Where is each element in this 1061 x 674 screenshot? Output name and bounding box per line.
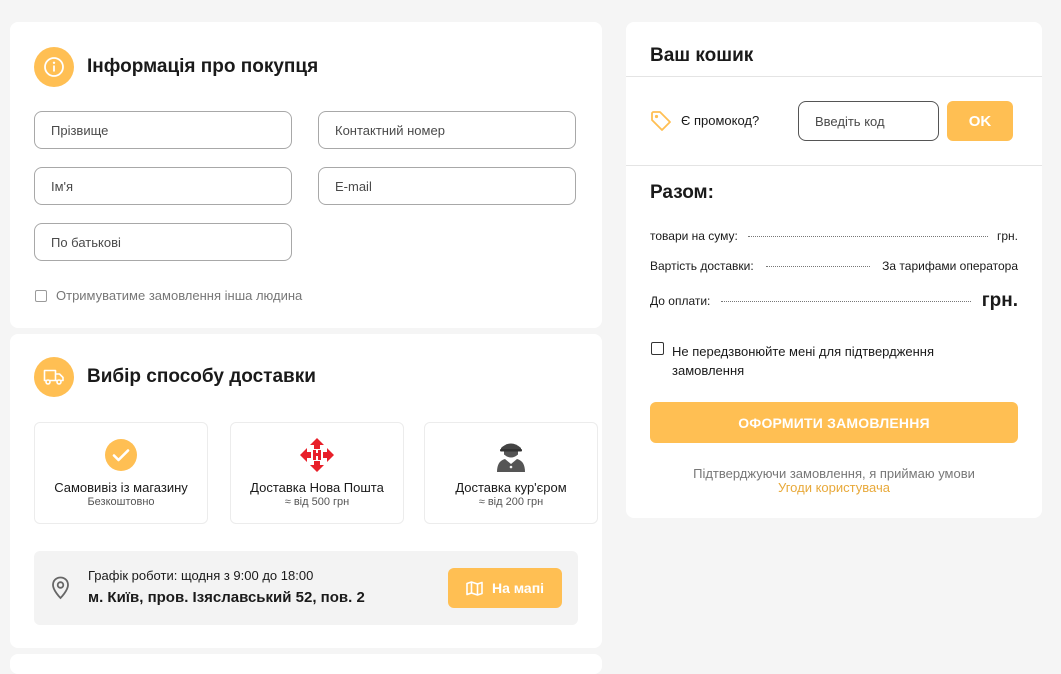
- other-person-label[interactable]: Отримуватиме замовлення інша людина: [56, 288, 302, 303]
- other-person-checkbox[interactable]: [35, 290, 47, 302]
- goods-sum-label: товари на суму:: [650, 229, 738, 243]
- truck-icon: [34, 357, 74, 397]
- cart-title: Ваш кошик: [650, 45, 754, 66]
- delivery-option-price: ≈ від 500 грн: [284, 496, 350, 508]
- delivery-option-name: Самовивіз із магазину: [54, 480, 188, 495]
- dotted-leader: [748, 236, 988, 237]
- next-section-card: [10, 654, 602, 674]
- map-icon: [466, 580, 483, 596]
- courier-icon: [493, 437, 529, 473]
- place-order-button[interactable]: ОФОРМИТИ ЗАМОВЛЕННЯ: [650, 402, 1018, 443]
- buyer-info-card: Інформація про покупця Отримуватиме замо…: [10, 22, 602, 328]
- promo-code-input[interactable]: [798, 101, 939, 141]
- goods-sum-value: грн.: [996, 229, 1018, 243]
- nova-poshta-logo-icon: [299, 437, 335, 473]
- dotted-leader: [766, 266, 870, 267]
- patronymic-field[interactable]: [34, 223, 292, 261]
- delivery-card: Вибір способу доставки Самовивіз із мага…: [10, 334, 602, 648]
- location-pin-icon: [51, 576, 70, 605]
- cart-card: Ваш кошик Є промокод? OK Разом: товари н…: [626, 22, 1042, 518]
- info-icon: [34, 47, 74, 87]
- show-on-map-label: На мапі: [491, 580, 545, 596]
- show-on-map-button[interactable]: На мапі: [448, 568, 562, 608]
- delivery-section-title: Вибір способу доставки: [87, 366, 316, 387]
- dotted-leader: [721, 301, 971, 302]
- pickup-address: м. Київ, пров. Ізяславський 52, пов. 2: [88, 589, 365, 606]
- no-call-label[interactable]: Не передзвонюйте мені для підтвердження …: [672, 342, 934, 380]
- no-call-checkbox[interactable]: [651, 342, 664, 355]
- phone-field[interactable]: [318, 111, 576, 149]
- no-call-label-line: замовлення: [672, 363, 745, 378]
- delivery-option-price: Безкоштовно: [87, 496, 155, 508]
- user-agreement-link[interactable]: Угоди користувача: [626, 480, 1042, 495]
- delivery-cost-label: Вартість доставки:: [650, 259, 754, 273]
- first-name-field[interactable]: [34, 167, 292, 205]
- delivery-option-pickup[interactable]: Самовивіз із магазину Безкоштовно: [34, 422, 208, 524]
- to-pay-label: До оплати:: [650, 294, 711, 308]
- delivery-option-price: ≈ від 200 грн: [478, 496, 544, 508]
- last-name-field[interactable]: [34, 111, 292, 149]
- total-title: Разом:: [650, 182, 714, 203]
- no-call-label-line: Не передзвонюйте мені для підтвердження: [672, 344, 935, 359]
- pickup-info-panel: Графік роботи: щодня з 9:00 до 18:00 м. …: [34, 551, 578, 625]
- divider: [626, 165, 1042, 166]
- terms-text: Підтверджуючи замовлення, я приймаю умов…: [693, 466, 975, 481]
- promo-label: Є промокод?: [681, 113, 760, 128]
- check-circle-icon: [103, 437, 139, 473]
- promo-ok-button[interactable]: OK: [947, 101, 1013, 141]
- to-pay-value: грн.: [981, 290, 1018, 311]
- delivery-option-name: Доставка кур'єром: [455, 480, 567, 495]
- delivery-cost-value: За тарифами оператора: [882, 259, 1018, 273]
- email-field[interactable]: [318, 167, 576, 205]
- delivery-option-nova-poshta[interactable]: Доставка Нова Пошта ≈ від 500 грн: [230, 422, 404, 524]
- pickup-schedule: Графік роботи: щодня з 9:00 до 18:00: [88, 568, 314, 583]
- tag-icon: [650, 110, 672, 137]
- buyer-section-title: Інформація про покупця: [87, 56, 319, 77]
- delivery-option-courier[interactable]: Доставка кур'єром ≈ від 200 грн: [424, 422, 598, 524]
- delivery-option-name: Доставка Нова Пошта: [250, 480, 384, 495]
- divider: [626, 76, 1042, 77]
